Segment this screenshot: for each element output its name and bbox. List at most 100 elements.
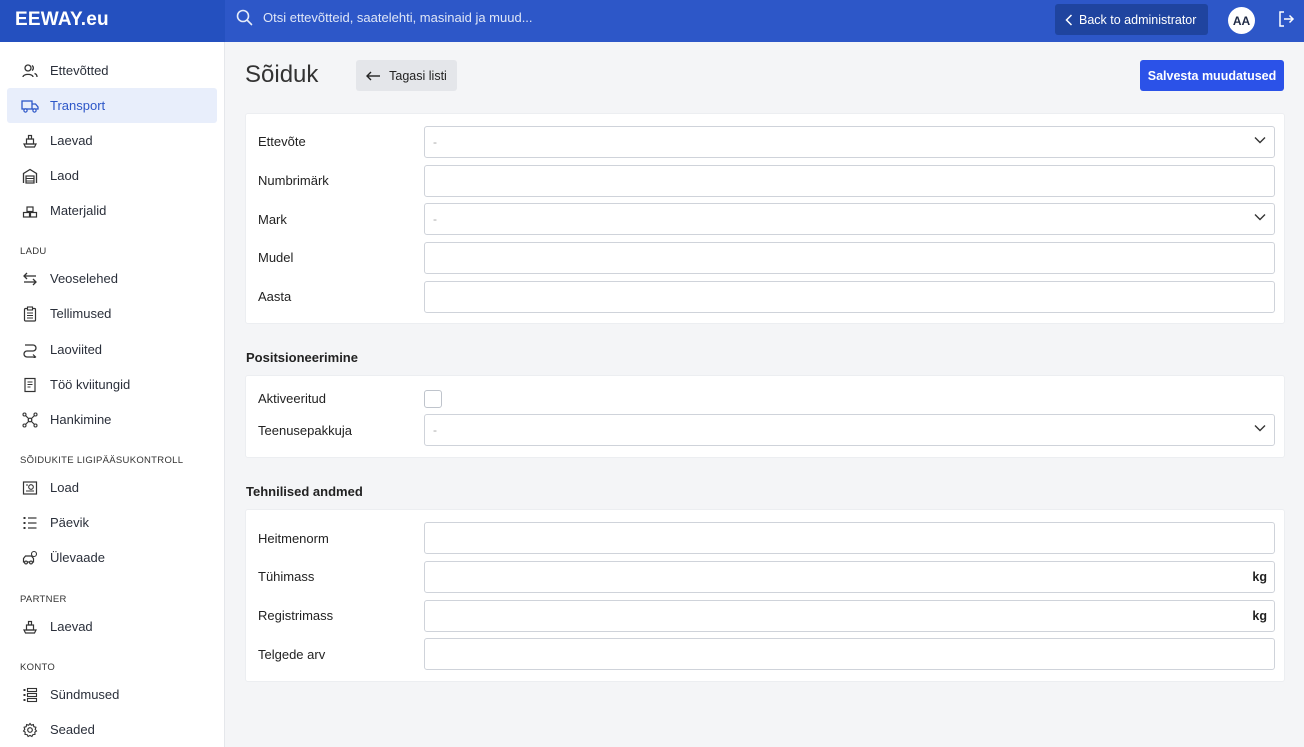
sidebar-item-seaded[interactable]: Seaded <box>7 712 217 747</box>
make-select-value: - <box>433 212 437 226</box>
provider-label: Teenusepakkuja <box>258 423 352 438</box>
arrows-swap-icon <box>21 270 39 288</box>
overview-icon <box>21 549 39 567</box>
reg-mass-label: Registrimass <box>258 608 334 623</box>
sidebar-item-laod[interactable]: Laod <box>7 158 217 193</box>
positioning-title: Positsioneerimine <box>246 350 358 365</box>
model-label: Mudel <box>258 250 294 265</box>
sidebar-item-label: Laoviited <box>50 342 103 357</box>
search-icon <box>236 9 253 26</box>
events-icon <box>21 686 39 704</box>
ship-icon <box>21 618 39 636</box>
year-label: Aasta <box>258 289 292 304</box>
positioning-card: Aktiveeritud Teenusepakkuja - <box>245 375 1285 458</box>
avatar[interactable]: AA <box>1228 7 1255 34</box>
network-icon <box>21 411 39 429</box>
chevron-left-icon <box>1065 13 1073 26</box>
plate-input[interactable] <box>424 165 1275 197</box>
sidebar-item-hankimine[interactable]: Hankimine <box>7 402 217 437</box>
provider-select-value: - <box>433 423 437 437</box>
sidebar-item-veoselehed[interactable]: Veoselehed <box>7 261 217 296</box>
sidebar-item-ulevaade[interactable]: Ülevaade <box>7 540 217 575</box>
back-to-admin-label: Back to administrator <box>1079 12 1197 27</box>
section-label-partner: PARTNER <box>20 594 67 605</box>
warehouse-icon <box>21 167 39 185</box>
technical-title: Tehnilised andmed <box>246 484 363 499</box>
route-icon <box>21 341 39 359</box>
sidebar-item-materjalid[interactable]: Materjalid <box>7 193 217 228</box>
company-select[interactable]: - <box>424 126 1275 158</box>
activated-label: Aktiveeritud <box>258 391 326 406</box>
sidebar-item-label: Ülevaade <box>50 550 105 565</box>
plate-label: Numbrimärk <box>258 173 329 188</box>
make-select[interactable]: - <box>424 203 1275 235</box>
emission-label: Heitmenorm <box>258 531 329 546</box>
sidebar-item-label: Laevad <box>50 619 93 634</box>
arrow-left-icon <box>366 71 381 80</box>
back-to-list-label: Tagasi listi <box>389 68 447 83</box>
sidebar-item-label: Load <box>50 480 79 495</box>
company-label: Ettevõte <box>258 134 306 149</box>
sidebar-item-laevad[interactable]: Laevad <box>7 123 217 158</box>
page-title: Sõiduk <box>245 61 319 88</box>
sidebar-item-label: Seaded <box>50 722 95 737</box>
sidebar-item-label: Hankimine <box>50 412 112 427</box>
save-changes-button[interactable]: Salvesta muudatused <box>1140 60 1284 91</box>
technical-card: Heitmenorm Tühimass kg Registrimass kg T… <box>245 509 1285 682</box>
sidebar-item-tellimused[interactable]: Tellimused <box>7 296 217 331</box>
section-label-ladu: LADU <box>20 246 47 257</box>
sidebar-item-label: Ettevõtted <box>50 63 109 78</box>
sidebar-item-load[interactable]: Load <box>7 470 217 505</box>
section-label-konto: KONTO <box>20 662 56 673</box>
sidebar-item-transport[interactable]: Transport <box>7 88 217 123</box>
back-to-list-button[interactable]: Tagasi listi <box>356 60 457 91</box>
sidebar-item-label: Transport <box>50 98 106 113</box>
gear-icon <box>21 721 39 739</box>
reg-mass-unit: kg <box>1252 609 1267 623</box>
axles-input[interactable] <box>424 638 1275 670</box>
sidebar-item-ettevotted[interactable]: Ettevõtted <box>7 53 217 88</box>
emission-input[interactable] <box>424 522 1275 554</box>
search-placeholder[interactable]: Otsi ettevõtteid, saatelehti, masinaid j… <box>263 10 533 25</box>
activated-checkbox[interactable] <box>424 390 442 408</box>
list-icon <box>21 514 39 532</box>
clipboard-icon <box>21 305 39 323</box>
sidebar-item-label: Töö kviitungid <box>50 377 131 392</box>
logout-icon[interactable] <box>1277 10 1295 31</box>
empty-mass-label: Tühimass <box>258 569 315 584</box>
sidebar-item-paevik[interactable]: Päevik <box>7 505 217 540</box>
empty-mass-input[interactable]: kg <box>424 561 1275 593</box>
sidebar-item-partner-laevad[interactable]: Laevad <box>7 609 217 644</box>
sidebar-item-label: Laevad <box>50 133 93 148</box>
sidebar-item-label: Sündmused <box>50 687 120 702</box>
chevron-down-icon <box>1254 425 1266 432</box>
year-input[interactable] <box>424 281 1275 313</box>
sidebar-item-laoviited[interactable]: Laoviited <box>7 332 217 367</box>
sidebar-item-label: Laod <box>50 168 79 183</box>
sidebar-item-label: Tellimused <box>50 306 112 321</box>
sidebar-item-too-kviitungid[interactable]: Töö kviitungid <box>7 367 217 402</box>
model-input[interactable] <box>424 242 1275 274</box>
reg-mass-input[interactable]: kg <box>424 600 1275 632</box>
sidebar-item-label: Veoselehed <box>50 271 118 286</box>
section-label-soidukite: SÕIDUKITE LIGIPÄÄSUKONTROLL <box>20 455 184 466</box>
sidebar-item-label: Materjalid <box>50 203 107 218</box>
permit-icon <box>21 479 39 497</box>
company-select-value: - <box>433 135 437 149</box>
provider-select[interactable]: - <box>424 414 1275 446</box>
general-info-card: Ettevõte - Numbrimärk Mark - Mudel Aasta <box>245 113 1285 324</box>
brand-logo[interactable]: EEWAY.eu <box>0 0 225 42</box>
sidebar-item-sundmused[interactable]: Sündmused <box>7 677 217 712</box>
empty-mass-unit: kg <box>1252 570 1267 584</box>
sidebar: Ettevõtted Transport Laevad Laod Materja… <box>0 42 225 747</box>
chevron-down-icon <box>1254 137 1266 144</box>
top-bar: EEWAY.eu Otsi ettevõtteid, saatelehti, m… <box>0 0 1304 42</box>
back-to-admin-button[interactable]: Back to administrator <box>1055 4 1208 35</box>
truck-icon <box>21 97 39 115</box>
users-icon <box>21 62 39 80</box>
make-label: Mark <box>258 212 287 227</box>
materials-icon <box>21 202 39 220</box>
global-search[interactable]: Otsi ettevõtteid, saatelehti, masinaid j… <box>236 9 533 26</box>
chevron-down-icon <box>1254 214 1266 221</box>
receipt-icon <box>21 376 39 394</box>
